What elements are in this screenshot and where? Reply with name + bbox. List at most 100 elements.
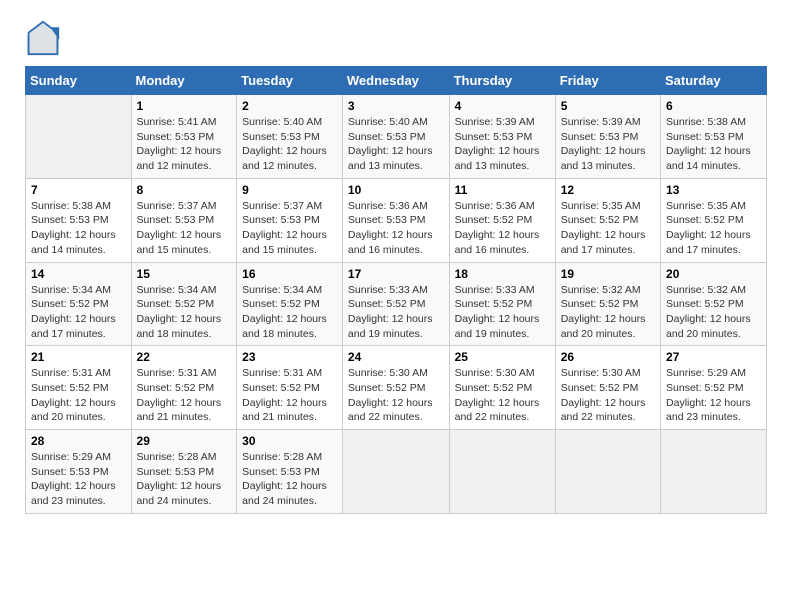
day-detail: Sunrise: 5:38 AMSunset: 5:53 PMDaylight:…	[31, 199, 126, 258]
day-detail: Sunrise: 5:35 AMSunset: 5:52 PMDaylight:…	[666, 199, 761, 258]
day-number: 11	[455, 183, 550, 197]
day-detail: Sunrise: 5:29 AMSunset: 5:52 PMDaylight:…	[666, 366, 761, 425]
day-detail: Sunrise: 5:35 AMSunset: 5:52 PMDaylight:…	[561, 199, 655, 258]
day-cell	[661, 430, 767, 514]
day-detail: Sunrise: 5:34 AMSunset: 5:52 PMDaylight:…	[137, 283, 232, 342]
header-cell-sunday: Sunday	[26, 67, 132, 95]
day-number: 7	[31, 183, 126, 197]
day-cell: 3Sunrise: 5:40 AMSunset: 5:53 PMDaylight…	[342, 95, 449, 179]
day-detail: Sunrise: 5:34 AMSunset: 5:52 PMDaylight:…	[31, 283, 126, 342]
day-number: 30	[242, 434, 337, 448]
week-row-5: 28Sunrise: 5:29 AMSunset: 5:53 PMDayligh…	[26, 430, 767, 514]
day-cell: 16 Sunrise: 5:34 AMSunset: 5:52 PMDayligh…	[237, 262, 343, 346]
day-cell: 14 Sunrise: 5:34 AMSunset: 5:52 PMDayligh…	[26, 262, 132, 346]
day-number: 17	[348, 267, 444, 281]
header-cell-wednesday: Wednesday	[342, 67, 449, 95]
day-detail: Sunrise: 5:31 AMSunset: 5:52 PMDaylight:…	[242, 366, 337, 425]
day-cell: 29 Sunrise: 5:28 AMSunset: 5:53 PMDayligh…	[131, 430, 237, 514]
day-cell: 22 Sunrise: 5:31 AMSunset: 5:52 PMDayligh…	[131, 346, 237, 430]
day-number: 5	[561, 99, 655, 113]
day-cell: 7 Sunrise: 5:38 AMSunset: 5:53 PMDaylight…	[26, 178, 132, 262]
header-cell-thursday: Thursday	[449, 67, 555, 95]
day-cell: 11 Sunrise: 5:36 AMSunset: 5:52 PMDayligh…	[449, 178, 555, 262]
day-detail: Sunrise: 5:29 AMSunset: 5:53 PMDaylight:…	[31, 450, 126, 509]
day-cell	[555, 430, 660, 514]
day-detail: Sunrise: 5:38 AMSunset: 5:53 PMDaylight:…	[666, 115, 761, 174]
day-cell: 13 Sunrise: 5:35 AMSunset: 5:52 PMDayligh…	[661, 178, 767, 262]
day-cell: 5Sunrise: 5:39 AMSunset: 5:53 PMDaylight…	[555, 95, 660, 179]
day-number: 18	[455, 267, 550, 281]
header-cell-saturday: Saturday	[661, 67, 767, 95]
day-detail: Sunrise: 5:36 AMSunset: 5:53 PMDaylight:…	[348, 199, 444, 258]
day-number: 12	[561, 183, 655, 197]
day-number: 2	[242, 99, 337, 113]
day-number: 13	[666, 183, 761, 197]
day-number: 22	[137, 350, 232, 364]
day-cell: 8 Sunrise: 5:37 AMSunset: 5:53 PMDaylight…	[131, 178, 237, 262]
day-cell: 6 Sunrise: 5:38 AMSunset: 5:53 PMDaylight…	[661, 95, 767, 179]
day-cell: 2Sunrise: 5:40 AMSunset: 5:53 PMDaylight…	[237, 95, 343, 179]
day-detail: Sunrise: 5:37 AMSunset: 5:53 PMDaylight:…	[242, 199, 337, 258]
day-cell: 21Sunrise: 5:31 AMSunset: 5:52 PMDayligh…	[26, 346, 132, 430]
day-number: 10	[348, 183, 444, 197]
week-row-3: 14 Sunrise: 5:34 AMSunset: 5:52 PMDayligh…	[26, 262, 767, 346]
day-detail: Sunrise: 5:32 AMSunset: 5:52 PMDaylight:…	[561, 283, 655, 342]
header-row: SundayMondayTuesdayWednesdayThursdayFrid…	[26, 67, 767, 95]
day-cell: 30 Sunrise: 5:28 AMSunset: 5:53 PMDayligh…	[237, 430, 343, 514]
day-number: 8	[137, 183, 232, 197]
day-number: 20	[666, 267, 761, 281]
day-number: 25	[455, 350, 550, 364]
day-detail: Sunrise: 5:39 AMSunset: 5:53 PMDaylight:…	[455, 115, 550, 174]
day-cell: 28Sunrise: 5:29 AMSunset: 5:53 PMDayligh…	[26, 430, 132, 514]
day-number: 26	[561, 350, 655, 364]
header	[25, 20, 767, 56]
day-cell: 4 Sunrise: 5:39 AMSunset: 5:53 PMDaylight…	[449, 95, 555, 179]
logo-icon	[25, 20, 61, 56]
day-cell: 18 Sunrise: 5:33 AMSunset: 5:52 PMDayligh…	[449, 262, 555, 346]
day-cell: 10 Sunrise: 5:36 AMSunset: 5:53 PMDayligh…	[342, 178, 449, 262]
day-cell: 15 Sunrise: 5:34 AMSunset: 5:52 PMDayligh…	[131, 262, 237, 346]
day-number: 23	[242, 350, 337, 364]
day-cell: 25 Sunrise: 5:30 AMSunset: 5:52 PMDayligh…	[449, 346, 555, 430]
day-detail: Sunrise: 5:31 AMSunset: 5:52 PMDaylight:…	[137, 366, 232, 425]
day-detail: Sunrise: 5:33 AMSunset: 5:52 PMDaylight:…	[348, 283, 444, 342]
day-number: 1	[137, 99, 232, 113]
day-detail: Sunrise: 5:36 AMSunset: 5:52 PMDaylight:…	[455, 199, 550, 258]
day-number: 4	[455, 99, 550, 113]
day-detail: Sunrise: 5:30 AMSunset: 5:52 PMDaylight:…	[455, 366, 550, 425]
day-cell: 27 Sunrise: 5:29 AMSunset: 5:52 PMDayligh…	[661, 346, 767, 430]
day-cell	[342, 430, 449, 514]
day-cell: 17 Sunrise: 5:33 AMSunset: 5:52 PMDayligh…	[342, 262, 449, 346]
header-cell-friday: Friday	[555, 67, 660, 95]
day-detail: Sunrise: 5:32 AMSunset: 5:52 PMDaylight:…	[666, 283, 761, 342]
day-detail: Sunrise: 5:34 AMSunset: 5:52 PMDaylight:…	[242, 283, 337, 342]
day-detail: Sunrise: 5:30 AMSunset: 5:52 PMDaylight:…	[348, 366, 444, 425]
day-detail: Sunrise: 5:28 AMSunset: 5:53 PMDaylight:…	[137, 450, 232, 509]
logo	[25, 20, 67, 56]
day-detail: Sunrise: 5:30 AMSunset: 5:52 PMDaylight:…	[561, 366, 655, 425]
day-detail: Sunrise: 5:37 AMSunset: 5:53 PMDaylight:…	[137, 199, 232, 258]
week-row-1: 1Sunrise: 5:41 AMSunset: 5:53 PMDaylight…	[26, 95, 767, 179]
day-cell: 24 Sunrise: 5:30 AMSunset: 5:52 PMDayligh…	[342, 346, 449, 430]
day-detail: Sunrise: 5:28 AMSunset: 5:53 PMDaylight:…	[242, 450, 337, 509]
day-cell: 12 Sunrise: 5:35 AMSunset: 5:52 PMDayligh…	[555, 178, 660, 262]
day-number: 6	[666, 99, 761, 113]
day-detail: Sunrise: 5:40 AMSunset: 5:53 PMDaylight:…	[348, 115, 444, 174]
day-cell	[449, 430, 555, 514]
calendar: SundayMondayTuesdayWednesdayThursdayFrid…	[25, 66, 767, 514]
day-cell: 26 Sunrise: 5:30 AMSunset: 5:52 PMDayligh…	[555, 346, 660, 430]
day-cell: 9 Sunrise: 5:37 AMSunset: 5:53 PMDaylight…	[237, 178, 343, 262]
week-row-4: 21Sunrise: 5:31 AMSunset: 5:52 PMDayligh…	[26, 346, 767, 430]
day-number: 27	[666, 350, 761, 364]
header-cell-monday: Monday	[131, 67, 237, 95]
day-cell: 20 Sunrise: 5:32 AMSunset: 5:52 PMDayligh…	[661, 262, 767, 346]
day-number: 24	[348, 350, 444, 364]
day-detail: Sunrise: 5:33 AMSunset: 5:52 PMDaylight:…	[455, 283, 550, 342]
day-number: 9	[242, 183, 337, 197]
day-number: 29	[137, 434, 232, 448]
day-number: 16	[242, 267, 337, 281]
header-cell-tuesday: Tuesday	[237, 67, 343, 95]
week-row-2: 7 Sunrise: 5:38 AMSunset: 5:53 PMDaylight…	[26, 178, 767, 262]
day-number: 14	[31, 267, 126, 281]
day-number: 15	[137, 267, 232, 281]
